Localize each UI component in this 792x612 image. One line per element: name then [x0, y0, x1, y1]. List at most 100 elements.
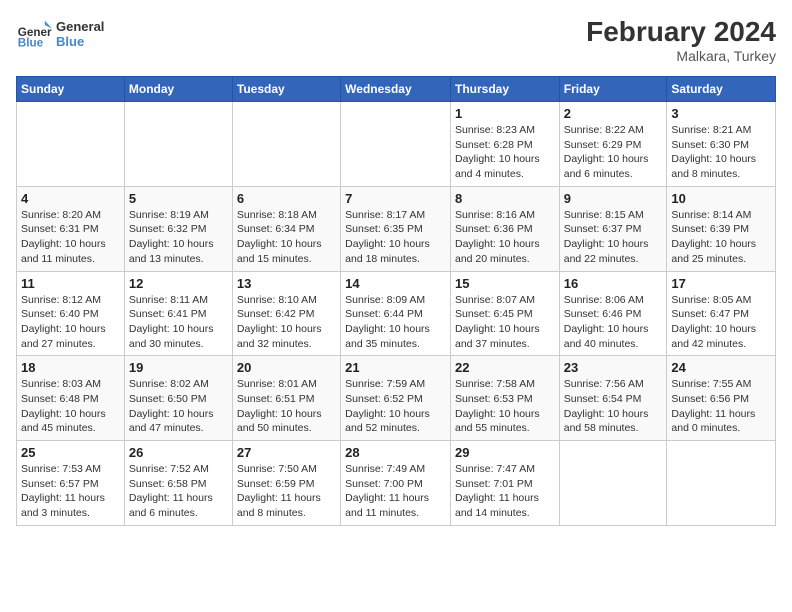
calendar-cell: 23 Sunrise: 7:56 AM Sunset: 6:54 PM Dayli…: [559, 356, 667, 441]
day-number: 20: [237, 360, 336, 375]
day-info: Sunrise: 7:52 AM Sunset: 6:58 PM Dayligh…: [129, 462, 228, 521]
day-number: 4: [21, 191, 120, 206]
calendar-cell: 4 Sunrise: 8:20 AM Sunset: 6:31 PM Daylig…: [17, 186, 125, 271]
day-info: Sunrise: 8:20 AM Sunset: 6:31 PM Dayligh…: [21, 208, 120, 267]
day-info: Sunrise: 8:03 AM Sunset: 6:48 PM Dayligh…: [21, 377, 120, 436]
day-info: Sunrise: 8:21 AM Sunset: 6:30 PM Dayligh…: [671, 123, 771, 182]
calendar-week-row: 4 Sunrise: 8:20 AM Sunset: 6:31 PM Daylig…: [17, 186, 776, 271]
header-wednesday: Wednesday: [341, 77, 451, 102]
day-number: 26: [129, 445, 228, 460]
calendar-cell: [667, 441, 776, 526]
header-thursday: Thursday: [450, 77, 559, 102]
day-info: Sunrise: 8:02 AM Sunset: 6:50 PM Dayligh…: [129, 377, 228, 436]
calendar-week-row: 25 Sunrise: 7:53 AM Sunset: 6:57 PM Dayli…: [17, 441, 776, 526]
day-number: 10: [671, 191, 771, 206]
day-info: Sunrise: 7:47 AM Sunset: 7:01 PM Dayligh…: [455, 462, 555, 521]
day-info: Sunrise: 8:12 AM Sunset: 6:40 PM Dayligh…: [21, 293, 120, 352]
calendar-cell: 2 Sunrise: 8:22 AM Sunset: 6:29 PM Daylig…: [559, 102, 667, 187]
calendar-week-row: 18 Sunrise: 8:03 AM Sunset: 6:48 PM Dayli…: [17, 356, 776, 441]
subtitle: Malkara, Turkey: [586, 48, 776, 64]
day-info: Sunrise: 7:59 AM Sunset: 6:52 PM Dayligh…: [345, 377, 446, 436]
day-info: Sunrise: 8:06 AM Sunset: 6:46 PM Dayligh…: [564, 293, 663, 352]
calendar-cell: 5 Sunrise: 8:19 AM Sunset: 6:32 PM Daylig…: [124, 186, 232, 271]
calendar-cell: [341, 102, 451, 187]
day-info: Sunrise: 8:11 AM Sunset: 6:41 PM Dayligh…: [129, 293, 228, 352]
day-number: 15: [455, 276, 555, 291]
calendar-cell: [17, 102, 125, 187]
calendar-cell: [559, 441, 667, 526]
day-number: 21: [345, 360, 446, 375]
title-block: February 2024 Malkara, Turkey: [586, 16, 776, 64]
day-info: Sunrise: 8:07 AM Sunset: 6:45 PM Dayligh…: [455, 293, 555, 352]
calendar-cell: 12 Sunrise: 8:11 AM Sunset: 6:41 PM Dayli…: [124, 271, 232, 356]
day-number: 13: [237, 276, 336, 291]
logo-blue-text: Blue: [56, 34, 104, 49]
day-number: 12: [129, 276, 228, 291]
calendar-cell: 21 Sunrise: 7:59 AM Sunset: 6:52 PM Dayli…: [341, 356, 451, 441]
day-number: 28: [345, 445, 446, 460]
svg-text:Blue: Blue: [18, 37, 44, 50]
day-info: Sunrise: 8:05 AM Sunset: 6:47 PM Dayligh…: [671, 293, 771, 352]
header-saturday: Saturday: [667, 77, 776, 102]
calendar-header-row: Sunday Monday Tuesday Wednesday Thursday…: [17, 77, 776, 102]
calendar-cell: 16Sunrise: 8:06 AM Sunset: 6:46 PM Dayli…: [559, 271, 667, 356]
calendar-cell: [124, 102, 232, 187]
day-number: 11: [21, 276, 120, 291]
header-sunday: Sunday: [17, 77, 125, 102]
day-number: 24: [671, 360, 771, 375]
calendar-cell: [232, 102, 340, 187]
calendar-week-row: 11 Sunrise: 8:12 AM Sunset: 6:40 PM Dayli…: [17, 271, 776, 356]
calendar-cell: 3Sunrise: 8:21 AM Sunset: 6:30 PM Daylig…: [667, 102, 776, 187]
day-number: 29: [455, 445, 555, 460]
header-tuesday: Tuesday: [232, 77, 340, 102]
day-number: 17: [671, 276, 771, 291]
day-info: Sunrise: 7:55 AM Sunset: 6:56 PM Dayligh…: [671, 377, 771, 436]
calendar-cell: 18 Sunrise: 8:03 AM Sunset: 6:48 PM Dayli…: [17, 356, 125, 441]
calendar-cell: 24 Sunrise: 7:55 AM Sunset: 6:56 PM Dayli…: [667, 356, 776, 441]
calendar-cell: 1Sunrise: 8:23 AM Sunset: 6:28 PM Daylig…: [450, 102, 559, 187]
main-title: February 2024: [586, 16, 776, 48]
calendar-cell: 10Sunrise: 8:14 AM Sunset: 6:39 PM Dayli…: [667, 186, 776, 271]
logo-icon: General Blue: [16, 16, 52, 52]
calendar-cell: 17 Sunrise: 8:05 AM Sunset: 6:47 PM Dayli…: [667, 271, 776, 356]
logo-general-text: General: [56, 19, 104, 34]
day-number: 18: [21, 360, 120, 375]
day-info: Sunrise: 8:22 AM Sunset: 6:29 PM Dayligh…: [564, 123, 663, 182]
day-info: Sunrise: 7:53 AM Sunset: 6:57 PM Dayligh…: [21, 462, 120, 521]
day-info: Sunrise: 8:01 AM Sunset: 6:51 PM Dayligh…: [237, 377, 336, 436]
calendar-table: Sunday Monday Tuesday Wednesday Thursday…: [16, 76, 776, 526]
header-monday: Monday: [124, 77, 232, 102]
day-number: 9: [564, 191, 663, 206]
header-friday: Friday: [559, 77, 667, 102]
day-number: 2: [564, 106, 663, 121]
calendar-cell: 15 Sunrise: 8:07 AM Sunset: 6:45 PM Dayli…: [450, 271, 559, 356]
day-number: 6: [237, 191, 336, 206]
day-number: 22: [455, 360, 555, 375]
calendar-cell: 14Sunrise: 8:09 AM Sunset: 6:44 PM Dayli…: [341, 271, 451, 356]
day-info: Sunrise: 8:19 AM Sunset: 6:32 PM Dayligh…: [129, 208, 228, 267]
calendar-week-row: 1Sunrise: 8:23 AM Sunset: 6:28 PM Daylig…: [17, 102, 776, 187]
day-number: 7: [345, 191, 446, 206]
day-number: 27: [237, 445, 336, 460]
day-info: Sunrise: 7:56 AM Sunset: 6:54 PM Dayligh…: [564, 377, 663, 436]
calendar-cell: 26 Sunrise: 7:52 AM Sunset: 6:58 PM Dayli…: [124, 441, 232, 526]
calendar-cell: 19Sunrise: 8:02 AM Sunset: 6:50 PM Dayli…: [124, 356, 232, 441]
day-info: Sunrise: 8:23 AM Sunset: 6:28 PM Dayligh…: [455, 123, 555, 182]
day-number: 25: [21, 445, 120, 460]
day-info: Sunrise: 8:09 AM Sunset: 6:44 PM Dayligh…: [345, 293, 446, 352]
calendar-cell: 28 Sunrise: 7:49 AM Sunset: 7:00 PM Dayli…: [341, 441, 451, 526]
logo: General Blue General Blue: [16, 16, 104, 52]
calendar-cell: 6 Sunrise: 8:18 AM Sunset: 6:34 PM Daylig…: [232, 186, 340, 271]
day-info: Sunrise: 7:49 AM Sunset: 7:00 PM Dayligh…: [345, 462, 446, 521]
calendar-cell: 25 Sunrise: 7:53 AM Sunset: 6:57 PM Dayli…: [17, 441, 125, 526]
day-number: 23: [564, 360, 663, 375]
day-info: Sunrise: 7:50 AM Sunset: 6:59 PM Dayligh…: [237, 462, 336, 521]
calendar-cell: 29 Sunrise: 7:47 AM Sunset: 7:01 PM Dayli…: [450, 441, 559, 526]
page-header: General Blue General Blue February 2024 …: [16, 16, 776, 64]
calendar-cell: 20 Sunrise: 8:01 AM Sunset: 6:51 PM Dayli…: [232, 356, 340, 441]
day-info: Sunrise: 8:16 AM Sunset: 6:36 PM Dayligh…: [455, 208, 555, 267]
day-number: 5: [129, 191, 228, 206]
day-info: Sunrise: 8:18 AM Sunset: 6:34 PM Dayligh…: [237, 208, 336, 267]
day-info: Sunrise: 8:17 AM Sunset: 6:35 PM Dayligh…: [345, 208, 446, 267]
day-number: 8: [455, 191, 555, 206]
